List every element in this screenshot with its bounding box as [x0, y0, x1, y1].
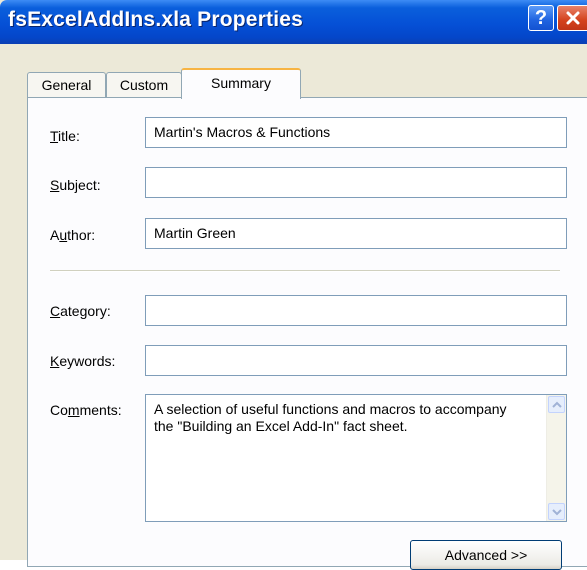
keywords-label: Keywords:	[50, 353, 115, 369]
category-label-key: C	[50, 303, 61, 319]
comments-scrollbar[interactable]	[546, 395, 566, 521]
author-label-key: u	[59, 227, 68, 243]
properties-dialog: fsExcelAddIns.xla Properties ? General C…	[0, 0, 587, 570]
scroll-up-button[interactable]	[548, 396, 565, 413]
scroll-down-button[interactable]	[548, 503, 565, 520]
author-field[interactable]: Martin Green	[145, 218, 567, 249]
subject-label: Subject:	[50, 177, 101, 193]
keywords-label-post: eywords:	[59, 353, 116, 369]
keywords-label-key: K	[50, 353, 60, 369]
author-label: Author:	[50, 227, 95, 243]
subject-label-post: ubject:	[59, 177, 101, 193]
section-divider	[50, 270, 560, 272]
keywords-field[interactable]	[145, 345, 567, 376]
tab-custom[interactable]: Custom	[106, 72, 182, 98]
comments-label: Comments:	[50, 402, 122, 418]
close-button[interactable]	[557, 5, 587, 31]
title-label-post: itle:	[58, 128, 80, 144]
tab-general[interactable]: General	[27, 72, 106, 98]
subject-label-key: S	[50, 177, 60, 193]
tab-summary[interactable]: Summary	[181, 68, 301, 99]
category-label-post: ategory:	[60, 303, 111, 319]
help-button[interactable]: ?	[528, 5, 554, 31]
comments-text: A selection of useful functions and macr…	[154, 401, 507, 434]
comments-label-post: ments:	[79, 402, 122, 418]
help-icon: ?	[534, 7, 548, 29]
title-label-key: T	[50, 128, 59, 144]
title-bar[interactable]: fsExcelAddIns.xla Properties ?	[0, 0, 587, 44]
category-label: Category:	[50, 303, 111, 319]
chevron-up-icon	[552, 401, 562, 408]
chevron-down-icon	[552, 509, 562, 516]
author-label-post: thor:	[67, 227, 96, 243]
comments-label-key: m	[67, 402, 80, 418]
category-field[interactable]	[145, 295, 567, 326]
comments-label-pre: Co	[50, 402, 68, 418]
author-label-pre: A	[50, 227, 60, 243]
advanced-button[interactable]: Advanced >>	[410, 540, 562, 570]
title-field[interactable]: Martin's Macros & Functions	[145, 117, 567, 148]
window-title: fsExcelAddIns.xla Properties	[8, 8, 304, 31]
subject-field[interactable]	[145, 167, 567, 198]
title-label: Title:	[50, 128, 80, 144]
close-icon	[566, 11, 579, 25]
comments-textarea[interactable]: A selection of useful functions and macr…	[145, 394, 567, 522]
